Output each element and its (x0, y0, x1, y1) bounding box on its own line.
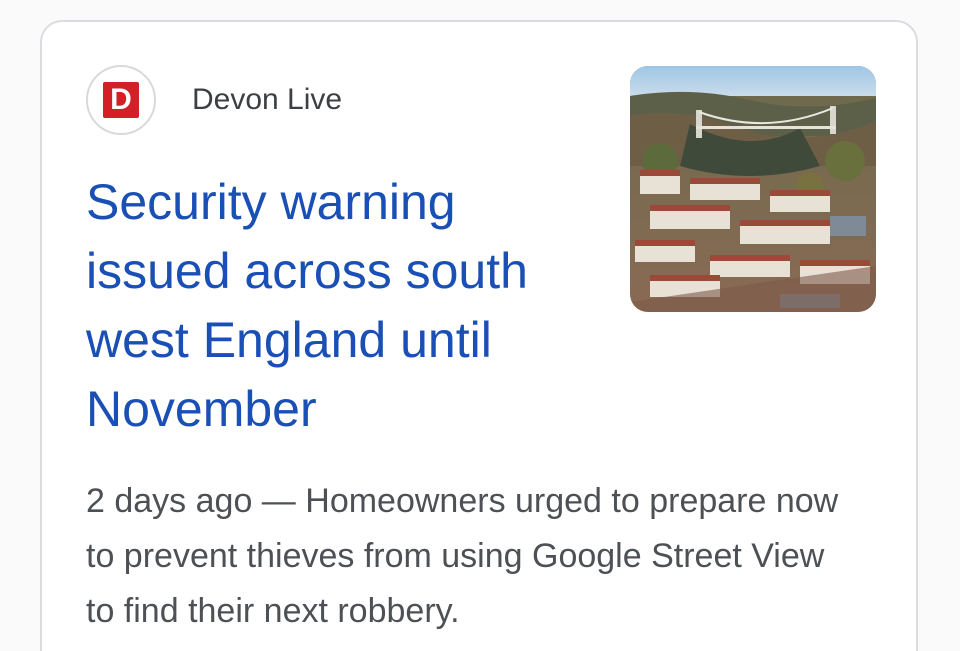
source-row[interactable]: D Devon Live (86, 64, 342, 136)
snippet-separator: — (252, 482, 306, 520)
source-favicon: D (86, 65, 156, 135)
article-snippet: 2 days ago — Homeowners urged to prepare… (86, 474, 846, 639)
article-age: 2 days ago (86, 482, 253, 520)
aerial-city-bridge-photo-icon (630, 66, 876, 312)
article-thumbnail[interactable] (630, 66, 876, 312)
devon-live-logo-icon: D (103, 82, 139, 118)
article-headline-link[interactable]: Security warning issued across south wes… (86, 168, 586, 444)
news-result-card[interactable]: D Devon Live Security warning issued acr… (40, 20, 918, 651)
search-results-page: D Devon Live Security warning issued acr… (0, 0, 960, 651)
source-name: Devon Live (192, 83, 343, 116)
